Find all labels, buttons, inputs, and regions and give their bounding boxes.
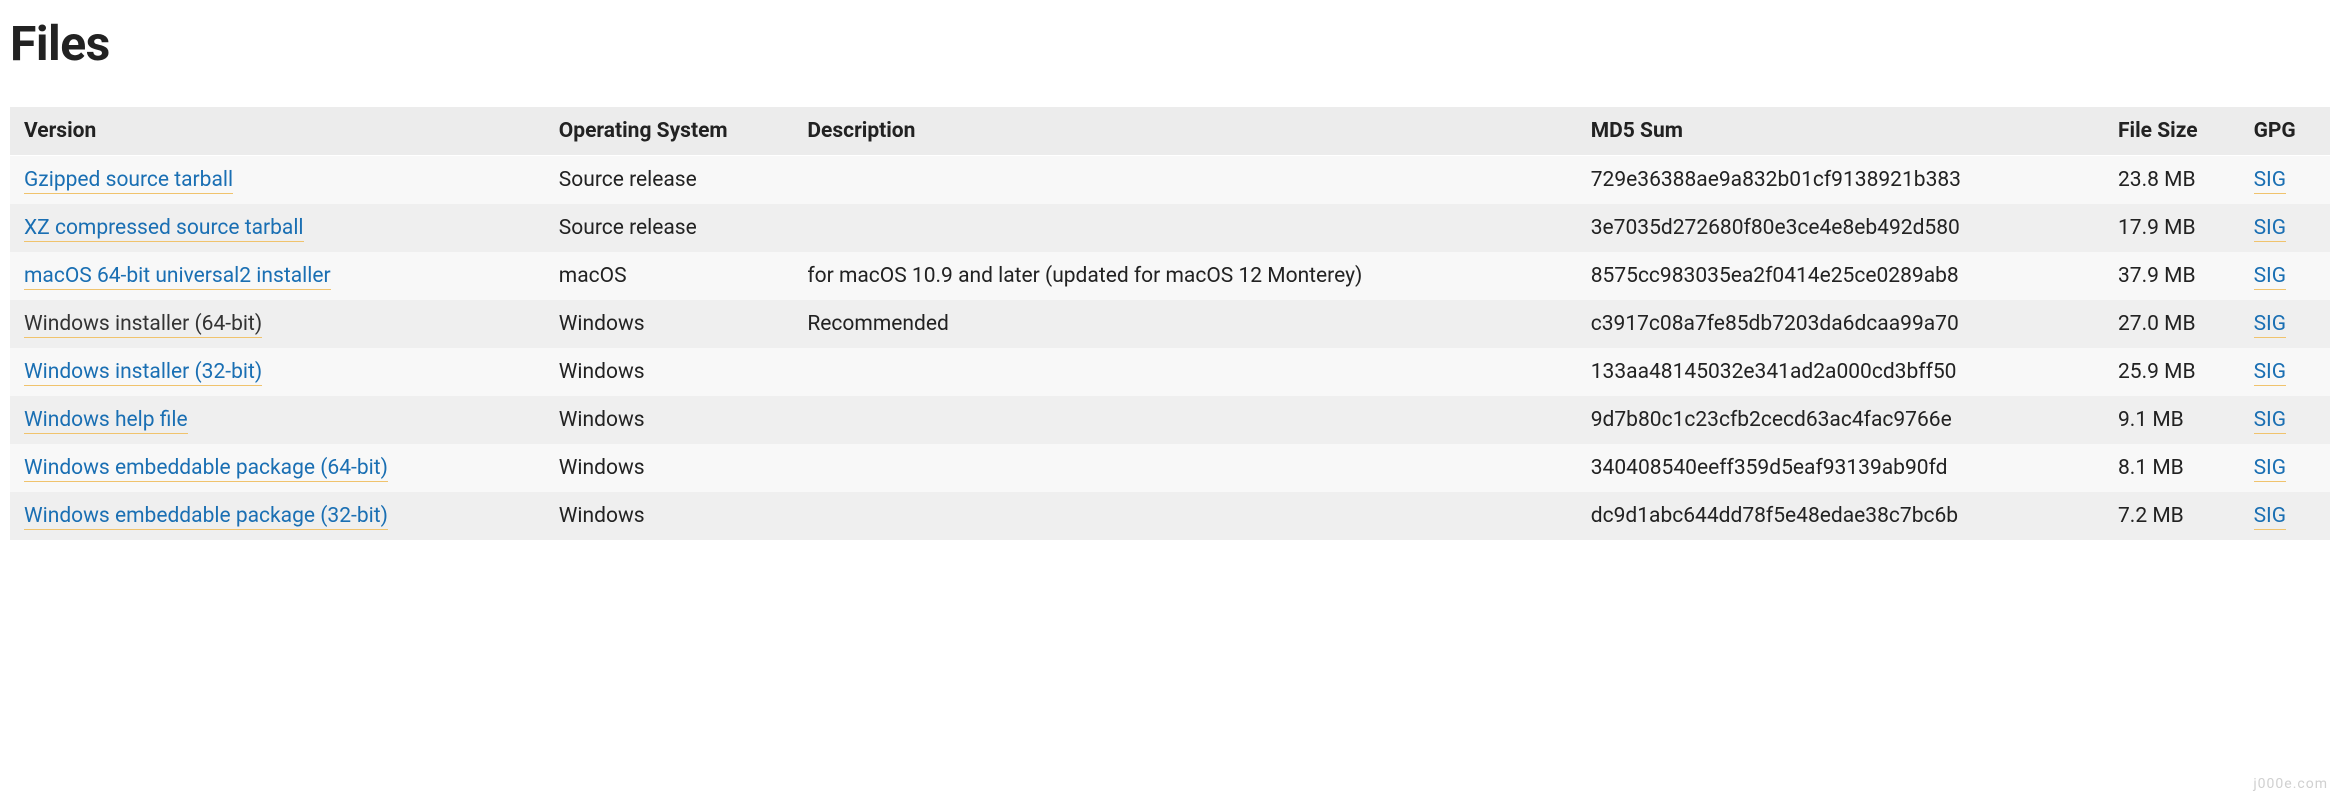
download-version-link[interactable]: Windows installer (64-bit) bbox=[24, 312, 262, 338]
cell-os: Windows bbox=[545, 348, 794, 396]
download-version-link[interactable]: Gzipped source tarball bbox=[24, 168, 233, 194]
cell-size: 8.1 MB bbox=[2104, 444, 2240, 492]
sig-link[interactable]: SIG bbox=[2254, 456, 2286, 482]
cell-version: Windows embeddable package (32-bit) bbox=[10, 492, 545, 540]
cell-description bbox=[793, 444, 1576, 492]
cell-version: Windows installer (64-bit) bbox=[10, 300, 545, 348]
cell-size: 23.8 MB bbox=[2104, 156, 2240, 205]
cell-version: Windows installer (32-bit) bbox=[10, 348, 545, 396]
files-table: Version Operating System Description MD5… bbox=[10, 107, 2330, 540]
col-header-gpg: GPG bbox=[2240, 107, 2330, 156]
cell-os: Windows bbox=[545, 444, 794, 492]
cell-md5: 8575cc983035ea2f0414e25ce0289ab8 bbox=[1577, 252, 2104, 300]
cell-description: Recommended bbox=[793, 300, 1576, 348]
cell-version: XZ compressed source tarball bbox=[10, 204, 545, 252]
cell-os: Source release bbox=[545, 156, 794, 205]
cell-os: Windows bbox=[545, 492, 794, 540]
table-row: Windows installer (32-bit) Windows 133aa48… bbox=[10, 348, 2330, 396]
cell-size: 27.0 MB bbox=[2104, 300, 2240, 348]
download-version-link[interactable]: macOS 64-bit universal2 installer bbox=[24, 264, 331, 290]
sig-link[interactable]: SIG bbox=[2254, 216, 2286, 242]
download-version-link[interactable]: Windows embeddable package (64-bit) bbox=[24, 456, 388, 482]
cell-os: Source release bbox=[545, 204, 794, 252]
col-header-version: Version bbox=[10, 107, 545, 156]
cell-description bbox=[793, 348, 1576, 396]
cell-version: macOS 64-bit universal2 installer bbox=[10, 252, 545, 300]
files-table-head: Version Operating System Description MD5… bbox=[10, 107, 2330, 156]
cell-description bbox=[793, 396, 1576, 444]
download-version-link[interactable]: Windows help file bbox=[24, 408, 188, 434]
cell-gpg: SIG bbox=[2240, 492, 2330, 540]
cell-size: 9.1 MB bbox=[2104, 396, 2240, 444]
cell-os: Windows bbox=[545, 300, 794, 348]
cell-md5: 3e7035d272680f80e3ce4e8eb492d580 bbox=[1577, 204, 2104, 252]
cell-description bbox=[793, 156, 1576, 205]
cell-md5: 9d7b80c1c23cfb2cecd63ac4fac9766e bbox=[1577, 396, 2104, 444]
table-row: Windows embeddable package (64-bit) Windo… bbox=[10, 444, 2330, 492]
table-row: Windows help file Windows 9d7b80c1c23cfb2c… bbox=[10, 396, 2330, 444]
cell-description bbox=[793, 492, 1576, 540]
table-row: Gzipped source tarball Source release 729e… bbox=[10, 156, 2330, 205]
cell-size: 25.9 MB bbox=[2104, 348, 2240, 396]
cell-description: for macOS 10.9 and later (updated for ma… bbox=[793, 252, 1576, 300]
sig-link[interactable]: SIG bbox=[2254, 168, 2286, 194]
cell-os: macOS bbox=[545, 252, 794, 300]
sig-link[interactable]: SIG bbox=[2254, 360, 2286, 386]
table-row: Windows embeddable package (32-bit) Windo… bbox=[10, 492, 2330, 540]
cell-size: 37.9 MB bbox=[2104, 252, 2240, 300]
sig-link[interactable]: SIG bbox=[2254, 504, 2286, 530]
col-header-md5: MD5 Sum bbox=[1577, 107, 2104, 156]
cell-gpg: SIG bbox=[2240, 252, 2330, 300]
files-table-body: Gzipped source tarball Source release 729e… bbox=[10, 156, 2330, 541]
cell-gpg: SIG bbox=[2240, 396, 2330, 444]
download-version-link[interactable]: Windows embeddable package (32-bit) bbox=[24, 504, 388, 530]
cell-description bbox=[793, 204, 1576, 252]
cell-version: Windows embeddable package (64-bit) bbox=[10, 444, 545, 492]
cell-md5: c3917c08a7fe85db7203da6dcaa99a70 bbox=[1577, 300, 2104, 348]
table-row: macOS 64-bit universal2 installer macOSfo… bbox=[10, 252, 2330, 300]
files-heading: Files bbox=[10, 15, 2330, 72]
sig-link[interactable]: SIG bbox=[2254, 408, 2286, 434]
col-header-size: File Size bbox=[2104, 107, 2240, 156]
cell-md5: dc9d1abc644dd78f5e48edae38c7bc6b bbox=[1577, 492, 2104, 540]
files-page: Files Version Operating System Descripti… bbox=[0, 15, 2340, 560]
col-header-description: Description bbox=[793, 107, 1576, 156]
cell-gpg: SIG bbox=[2240, 156, 2330, 205]
cell-version: Windows help file bbox=[10, 396, 545, 444]
cell-gpg: SIG bbox=[2240, 204, 2330, 252]
cell-md5: 133aa48145032e341ad2a000cd3bff50 bbox=[1577, 348, 2104, 396]
cell-md5: 340408540eeff359d5eaf93139ab90fd bbox=[1577, 444, 2104, 492]
watermark-text: j000e.com bbox=[2253, 776, 2328, 792]
cell-gpg: SIG bbox=[2240, 300, 2330, 348]
cell-gpg: SIG bbox=[2240, 348, 2330, 396]
sig-link[interactable]: SIG bbox=[2254, 264, 2286, 290]
cell-size: 7.2 MB bbox=[2104, 492, 2240, 540]
table-row: Windows installer (64-bit) WindowsRecomme… bbox=[10, 300, 2330, 348]
download-version-link[interactable]: Windows installer (32-bit) bbox=[24, 360, 262, 386]
cell-os: Windows bbox=[545, 396, 794, 444]
cell-gpg: SIG bbox=[2240, 444, 2330, 492]
table-row: XZ compressed source tarball Source relea… bbox=[10, 204, 2330, 252]
cell-version: Gzipped source tarball bbox=[10, 156, 545, 205]
cell-size: 17.9 MB bbox=[2104, 204, 2240, 252]
col-header-os: Operating System bbox=[545, 107, 794, 156]
download-version-link[interactable]: XZ compressed source tarball bbox=[24, 216, 304, 242]
cell-md5: 729e36388ae9a832b01cf9138921b383 bbox=[1577, 156, 2104, 205]
sig-link[interactable]: SIG bbox=[2254, 312, 2286, 338]
